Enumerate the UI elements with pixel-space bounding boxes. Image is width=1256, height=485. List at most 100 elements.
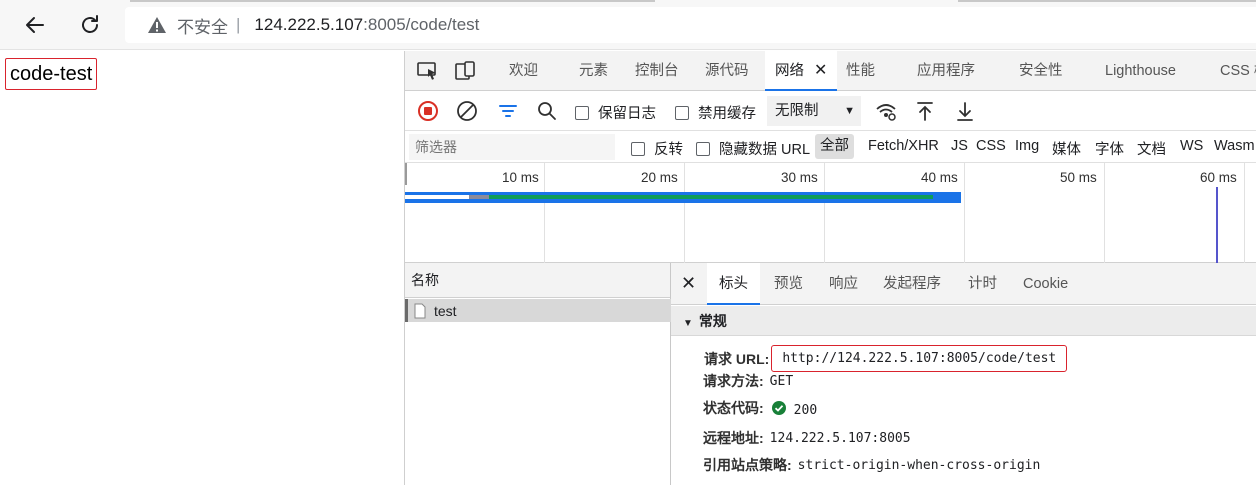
filter-type-js[interactable]: JS — [951, 138, 968, 154]
export-har-button[interactable] — [954, 100, 976, 122]
filter-bar: 反转 隐藏数据 URL 全部 Fetch/XHR JS CSS Img 媒体 字… — [405, 131, 1256, 163]
request-url-row: 请求 URL: http://124.222.5.107:8005/code/t… — [704, 345, 1068, 372]
filter-type-fetch-xhr[interactable]: Fetch/XHR — [868, 138, 939, 154]
record-stop-icon — [418, 101, 438, 121]
network-conditions-button[interactable] — [875, 100, 897, 122]
hide-data-urls-checkbox[interactable] — [696, 142, 710, 156]
filter-type-all[interactable]: 全部 — [815, 134, 854, 159]
disable-cache-label: 禁用缓存 — [698, 106, 757, 122]
tab-performance[interactable]: 性能 — [846, 51, 875, 91]
tab-application[interactable]: 应用程序 — [917, 51, 975, 91]
request-list: 名称 test — [405, 263, 671, 485]
filter-type-img[interactable]: Img — [1015, 138, 1039, 154]
tab-css-overview[interactable]: CSS 概 — [1220, 51, 1256, 91]
tab-timing[interactable]: 计时 — [968, 263, 997, 305]
reload-button[interactable] — [75, 10, 105, 40]
filter-type-media[interactable]: 媒体 — [1052, 138, 1081, 159]
url-host: 124.222.5.107 — [254, 15, 364, 34]
filter-toggle-button[interactable] — [497, 100, 519, 122]
filter-input[interactable] — [409, 134, 615, 160]
timeline-gridline — [824, 163, 825, 263]
disable-cache-option[interactable]: 禁用缓存 — [675, 102, 756, 123]
url-path: :8005/code/test — [363, 15, 480, 34]
tab-initiator[interactable]: 发起程序 — [883, 263, 941, 305]
device-toolbar-icon[interactable] — [455, 61, 477, 81]
filter-type-css[interactable]: CSS — [976, 138, 1006, 154]
filter-type-ws[interactable]: WS — [1180, 138, 1203, 154]
timeline-load-marker — [1216, 187, 1218, 263]
details-tab-bar: ✕ 标头 预览 响应 发起程序 计时 Cookie — [671, 263, 1256, 305]
request-list-header[interactable]: 名称 — [405, 263, 670, 298]
import-har-button[interactable] — [914, 100, 936, 122]
timeline-tick-label: 20 ms — [641, 170, 678, 185]
tab-strip-edge — [958, 0, 1256, 2]
timeline-gridline — [1244, 163, 1245, 263]
browser-toolbar: 不安全 | 124.222.5.107:8005/code/test — [0, 0, 1256, 50]
search-button[interactable] — [536, 100, 558, 122]
tab-console[interactable]: 控制台 — [635, 51, 679, 91]
tab-security[interactable]: 安全性 — [1019, 51, 1063, 91]
tab-response[interactable]: 响应 — [829, 263, 858, 305]
throttling-value: 无限制 — [775, 103, 819, 119]
throttling-select[interactable]: 无限制 ▼ — [767, 96, 861, 126]
hide-data-urls-label: 隐藏数据 URL — [719, 142, 811, 158]
disable-cache-checkbox[interactable] — [675, 106, 689, 120]
reload-icon — [82, 15, 98, 33]
separator: | — [236, 15, 241, 34]
wifi-settings-icon — [876, 104, 896, 121]
tab-headers[interactable]: 标头 — [707, 263, 760, 305]
caret-down-icon: ▼ — [844, 105, 855, 117]
network-overview-timeline[interactable]: 10 ms 20 ms 30 ms 40 ms 50 ms 60 ms — [405, 163, 1256, 263]
tab-network-label: 网络 — [775, 63, 804, 79]
record-button[interactable] — [417, 100, 439, 122]
invert-checkbox[interactable] — [631, 142, 645, 156]
back-button[interactable] — [20, 10, 50, 40]
invert-option[interactable]: 反转 — [631, 138, 683, 159]
close-details-icon[interactable]: ✕ — [681, 273, 696, 294]
warning-icon — [148, 17, 166, 33]
timeline-tick-label: 50 ms — [1060, 170, 1097, 185]
tab-cookies[interactable]: Cookie — [1023, 263, 1068, 305]
general-section-header[interactable]: ▼ 常规 — [671, 306, 1256, 336]
general-section-title: 常规 — [698, 313, 727, 329]
triangle-down-icon: ▼ — [683, 318, 693, 329]
address-bar[interactable]: 不安全 | 124.222.5.107:8005/code/test — [125, 7, 1256, 43]
request-url-value: http://124.222.5.107:8005/code/test — [771, 345, 1068, 372]
preserve-log-label: 保留日志 — [598, 106, 657, 122]
download-icon — [957, 102, 973, 121]
preserve-log-option[interactable]: 保留日志 — [575, 102, 656, 123]
document-icon — [414, 303, 426, 318]
tab-elements[interactable]: 元素 — [579, 51, 608, 91]
request-row[interactable]: test — [405, 299, 671, 322]
tab-sources[interactable]: 源代码 — [705, 51, 749, 91]
filter-type-wasm[interactable]: Wasm — [1214, 138, 1255, 154]
request-name: test — [434, 302, 457, 319]
security-label[interactable]: 不安全 — [177, 13, 228, 38]
timeline-tick-label: 40 ms — [921, 170, 958, 185]
hide-data-urls-option[interactable]: 隐藏数据 URL — [696, 138, 810, 159]
inspect-element-icon[interactable] — [417, 61, 439, 81]
close-icon[interactable]: ✕ — [814, 62, 827, 79]
timeline-gridline — [1104, 163, 1105, 263]
tab-preview[interactable]: 预览 — [774, 263, 803, 305]
arrow-left-icon — [26, 17, 44, 33]
preserve-log-checkbox[interactable] — [575, 106, 589, 120]
invert-label: 反转 — [654, 142, 684, 158]
timeline-waiting-segment — [489, 195, 933, 199]
timeline-queue-segment — [405, 195, 469, 199]
tab-lighthouse[interactable]: Lighthouse — [1105, 51, 1176, 91]
tab-network[interactable]: 网络 ✕ — [765, 51, 838, 91]
filter-type-doc[interactable]: 文档 — [1137, 138, 1166, 159]
page-body-text: code-test — [5, 58, 98, 90]
timeline-tick-label: 60 ms — [1200, 170, 1237, 185]
timeline-gridline — [964, 163, 965, 263]
tab-welcome[interactable]: 欢迎 — [509, 51, 538, 91]
devtools-panel: 欢迎 元素 控制台 源代码 网络 ✕ 性能 应用程序 安全性 Lighthouse… — [404, 51, 1256, 485]
clear-button[interactable] — [456, 100, 478, 122]
timeline-stalled-segment — [469, 195, 489, 199]
devtools-tab-bar: 欢迎 元素 控制台 源代码 网络 ✕ 性能 应用程序 安全性 Lighthouse… — [405, 51, 1256, 91]
request-url-key: 请求 URL: — [704, 350, 770, 367]
upload-icon — [917, 102, 933, 121]
filter-type-font[interactable]: 字体 — [1095, 138, 1124, 159]
network-toolbar: 保留日志 禁用缓存 无限制 ▼ — [405, 91, 1256, 131]
